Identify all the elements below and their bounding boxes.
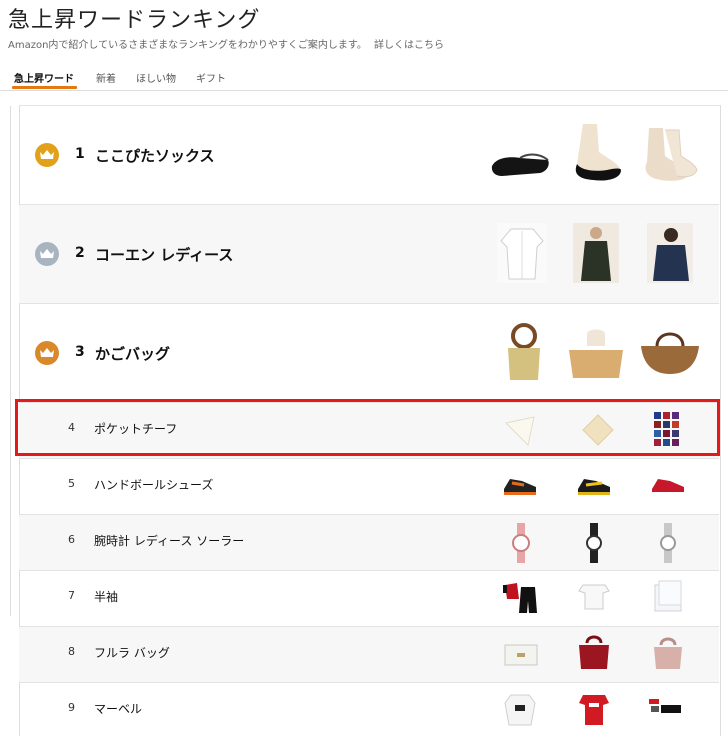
white-pocket-square-thumbnail[interactable]	[504, 413, 538, 451]
white-tshirt-pack-thumbnail[interactable]	[651, 579, 685, 619]
details-link[interactable]: 詳しくはこちら	[374, 40, 444, 51]
rank-number: 6	[68, 533, 75, 546]
gold-crown-icon	[35, 143, 59, 167]
ranking-row-8[interactable]: 8 フルラ バッグ	[19, 626, 719, 682]
tab-trending[interactable]: 急上昇ワード	[14, 70, 74, 85]
white-handbag-thumbnail[interactable]	[503, 639, 539, 671]
black-watch-thumbnail[interactable]	[584, 523, 604, 567]
tab-bar: 急上昇ワード 新着 ほしい物 ギフト	[0, 62, 728, 91]
pink-watch-thumbnail[interactable]	[511, 523, 531, 567]
page-subtitle: Amazon内で紹介しているさまざまなランキングをわかりやすくご案内します。 詳…	[8, 36, 444, 51]
wicker-bag-thumbnail[interactable]	[565, 326, 627, 386]
cream-pocket-square-thumbnail[interactable]	[581, 413, 615, 451]
red-black-sportswear-thumbnail[interactable]	[501, 581, 539, 619]
red-tshirt-thumbnail[interactable]	[577, 691, 611, 731]
white-sweatshirt-thumbnail[interactable]	[503, 691, 537, 731]
ranking-term[interactable]: マーベル	[94, 700, 142, 717]
marvel-item-thumbnail[interactable]	[649, 697, 683, 721]
ranking-term[interactable]: ポケットチーフ	[94, 420, 177, 437]
ranking-row-2[interactable]: 2 コーエン レディース	[19, 204, 719, 303]
ranking-row-9[interactable]: 9 マーベル	[19, 682, 719, 738]
silver-watch-thumbnail[interactable]	[658, 523, 678, 567]
black-footie-sock-on-foot-thumbnail[interactable]	[569, 124, 625, 190]
left-divider	[10, 106, 11, 616]
ranking-row-6[interactable]: 6 腕時計 レディース ソーラー	[19, 514, 719, 570]
rank-number: 9	[68, 701, 75, 714]
ranking-row-4[interactable]: 4 ポケットチーフ	[19, 402, 719, 458]
ranking-term[interactable]: ここぴたソックス	[95, 145, 215, 166]
ranking-term[interactable]: フルラ バッグ	[94, 644, 170, 661]
ranking-row-3[interactable]: 3 かごバッグ	[19, 303, 719, 402]
rank-number: 4	[68, 421, 75, 434]
tab-new[interactable]: 新着	[96, 70, 116, 85]
red-handbag-thumbnail[interactable]	[577, 633, 611, 675]
black-yellow-shoe-thumbnail[interactable]	[576, 473, 612, 501]
red-shoe-thumbnail[interactable]	[650, 473, 686, 501]
tab-wishlist[interactable]: ほしい物	[136, 70, 176, 85]
rank-number: 8	[68, 645, 75, 658]
beige-footie-socks-thumbnail[interactable]	[639, 126, 699, 188]
pocket-square-set-thumbnail[interactable]	[653, 411, 681, 453]
page-title: 急上昇ワードランキング	[8, 8, 261, 33]
active-tab-indicator	[12, 86, 77, 89]
rank-number: 1	[75, 146, 85, 162]
ranking-term[interactable]: 腕時計 レディース ソーラー	[94, 532, 244, 549]
ranking-row-5[interactable]: 5 ハンドボールシューズ	[19, 458, 719, 514]
bronze-crown-icon	[35, 341, 59, 365]
ranking-row-1[interactable]: 1 ここぴたソックス	[19, 105, 719, 204]
black-footie-sock-thumbnail[interactable]	[490, 136, 552, 185]
ranking-row-7[interactable]: 7 半袖	[19, 570, 719, 626]
ranking-term[interactable]: 半袖	[94, 588, 118, 605]
white-shirt-thumbnail[interactable]	[497, 223, 547, 287]
ranking-term[interactable]: コーエン レディース	[95, 244, 233, 265]
pink-handbag-thumbnail[interactable]	[651, 635, 685, 675]
black-orange-shoe-thumbnail[interactable]	[502, 473, 538, 501]
navy-shirt-model-thumbnail[interactable]	[647, 223, 693, 287]
silver-crown-icon	[35, 242, 59, 266]
subtitle-text: Amazon内で紹介しているさまざまなランキングをわかりやすくご案内します。	[8, 40, 367, 51]
rank-number: 5	[68, 477, 75, 490]
tab-gift[interactable]: ギフト	[196, 70, 226, 85]
basket-bag-round-handle-thumbnail[interactable]	[500, 322, 548, 386]
ranking-term[interactable]: ハンドボールシューズ	[94, 476, 213, 493]
straw-tote-thumbnail[interactable]	[639, 324, 701, 380]
rank-number: 3	[75, 344, 85, 360]
rank-number: 2	[75, 245, 85, 261]
dark-dress-thumbnail[interactable]	[573, 223, 619, 287]
white-tshirts-thumbnail[interactable]	[577, 579, 611, 619]
ranking-term[interactable]: かごバッグ	[95, 343, 170, 364]
rank-number: 7	[68, 589, 75, 602]
